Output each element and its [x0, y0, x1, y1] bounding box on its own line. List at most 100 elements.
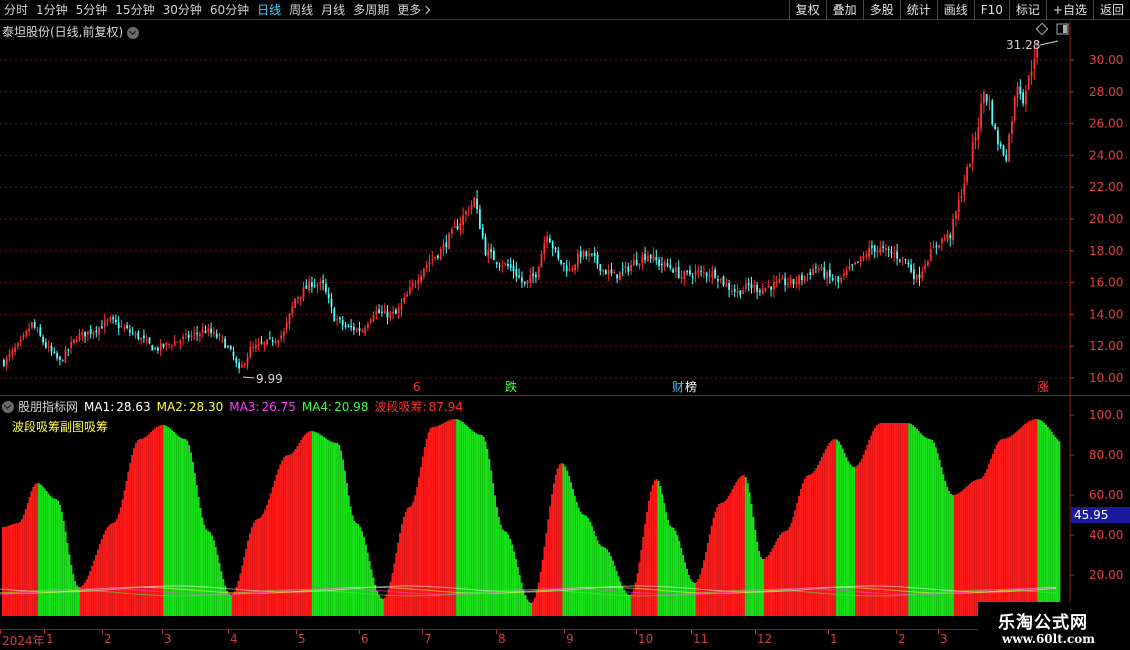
indicator-panel[interactable]: 100.0 80.00 60.00 40.00 20.00 45.95 股朋指标网 MA1… — [0, 396, 1130, 628]
indicator-legend: 股朋指标网 MA1: 28.63 MA2: 28.30 MA3: 26.75 MA4: 20.… — [2, 398, 469, 415]
candle — [182, 333, 184, 346]
candle — [535, 271, 537, 283]
candle — [991, 98, 994, 127]
indicator-bar — [423, 447, 426, 616]
indicator-bar — [539, 571, 542, 616]
chevron-down-icon[interactable] — [2, 400, 14, 413]
indicator-bar — [524, 595, 527, 616]
indicator-bar — [1026, 422, 1028, 616]
candle — [523, 281, 526, 287]
period-tab-3[interactable]: 15分钟 — [111, 0, 158, 20]
indicator-bar — [116, 518, 118, 616]
period-tab-2[interactable]: 5分钟 — [72, 0, 112, 20]
tool-button-4[interactable]: 画线 — [936, 0, 974, 20]
candle — [143, 329, 145, 344]
event-marker-2[interactable]: 财 — [672, 380, 684, 394]
time-tick — [691, 630, 692, 634]
indicator-bar — [781, 532, 783, 616]
candle — [101, 319, 103, 329]
indicator-bar — [252, 522, 255, 616]
indicator-bar — [978, 479, 981, 616]
kline-chart[interactable]: 30.00 28.00 26.00 24.00 22.00 20.00 18.00 16.00… — [0, 21, 1130, 395]
indicator-bar — [378, 595, 381, 616]
candle — [717, 275, 719, 289]
indicator-bar — [725, 498, 728, 616]
tool-button-2[interactable]: 多股 — [862, 0, 900, 20]
period-tab-10[interactable]: 更多 — [393, 0, 433, 20]
legend-label: MA3: — [229, 399, 260, 414]
period-tab-7[interactable]: 周线 — [285, 0, 317, 20]
tool-button-0[interactable]: 复权 — [788, 0, 826, 20]
time-tick — [496, 630, 497, 634]
indicator-bar — [790, 522, 793, 616]
candle — [571, 265, 574, 273]
indicator-bar — [64, 531, 67, 616]
event-marker-4[interactable]: 涨 — [1037, 379, 1049, 394]
tool-button-5[interactable]: F10 — [973, 0, 1009, 20]
indicator-bar — [547, 519, 550, 616]
indicator-bar — [701, 567, 704, 616]
candle — [95, 325, 98, 338]
indicator-bar — [528, 602, 531, 616]
time-tick — [162, 630, 163, 634]
period-tab-5[interactable]: 60分钟 — [206, 0, 253, 20]
candle — [484, 233, 487, 257]
tool-button-1[interactable]: 叠加 — [825, 0, 863, 20]
tool-button-7[interactable]: +自选 — [1045, 0, 1093, 20]
candle — [722, 275, 725, 288]
candle — [355, 327, 358, 333]
candle — [428, 254, 431, 272]
chevron-down-icon[interactable] — [127, 26, 140, 39]
time-tick — [636, 630, 637, 634]
tool-button-3[interactable]: 统计 — [899, 0, 937, 20]
indicator-bar — [387, 588, 390, 616]
period-tab-1[interactable]: 1分钟 — [32, 0, 72, 20]
indicator-bar — [406, 508, 409, 616]
candle — [585, 250, 588, 260]
candle — [28, 322, 30, 336]
indicator-bar — [706, 543, 709, 616]
candle — [759, 288, 761, 297]
indicator-bar — [245, 548, 248, 616]
event-marker-3[interactable]: 榜 — [685, 379, 697, 394]
indicator-bar — [22, 514, 25, 616]
tool-button-6[interactable]: 标记 — [1008, 0, 1046, 20]
candle — [871, 240, 873, 255]
period-tab-4[interactable]: 30分钟 — [159, 0, 206, 20]
indicator-bar — [85, 579, 88, 616]
indicator-bar — [370, 569, 373, 616]
indicator-bar — [520, 582, 523, 616]
candle — [434, 256, 436, 261]
indicator-bar — [497, 516, 500, 616]
candle — [988, 94, 991, 111]
candle — [39, 323, 42, 338]
candle — [591, 253, 593, 257]
candle — [518, 268, 520, 279]
indicator-bar — [648, 500, 650, 616]
candle — [193, 326, 196, 341]
period-tab-6[interactable]: 日线 — [253, 0, 285, 20]
indicator-bar — [530, 603, 533, 616]
indicator-bar — [207, 531, 210, 616]
indicator-bar — [444, 421, 447, 616]
indicator-bar — [382, 599, 384, 616]
period-tab-9[interactable]: 多周期 — [349, 0, 393, 20]
candle — [33, 319, 36, 330]
indicator-bar — [503, 531, 506, 616]
y-tick-label: 28.00 — [1089, 85, 1123, 99]
event-marker-1[interactable]: 跌 — [505, 379, 517, 394]
candle — [47, 340, 50, 353]
indicator-bar — [490, 470, 493, 616]
period-tab-0[interactable]: 分时 — [0, 0, 32, 20]
period-tab-8[interactable]: 月线 — [317, 0, 349, 20]
tool-button-8[interactable]: 返回 — [1092, 0, 1130, 20]
indicator-bar — [228, 593, 230, 616]
indicator-bar — [340, 450, 343, 616]
indicator-bar — [307, 431, 310, 616]
diamond-icon[interactable] — [1035, 22, 1049, 36]
indicator-bar — [570, 482, 572, 616]
indicator-bar — [712, 518, 715, 616]
candle — [753, 279, 756, 294]
event-marker-0[interactable]: 6 — [413, 380, 421, 394]
indicator-bar — [59, 504, 61, 616]
